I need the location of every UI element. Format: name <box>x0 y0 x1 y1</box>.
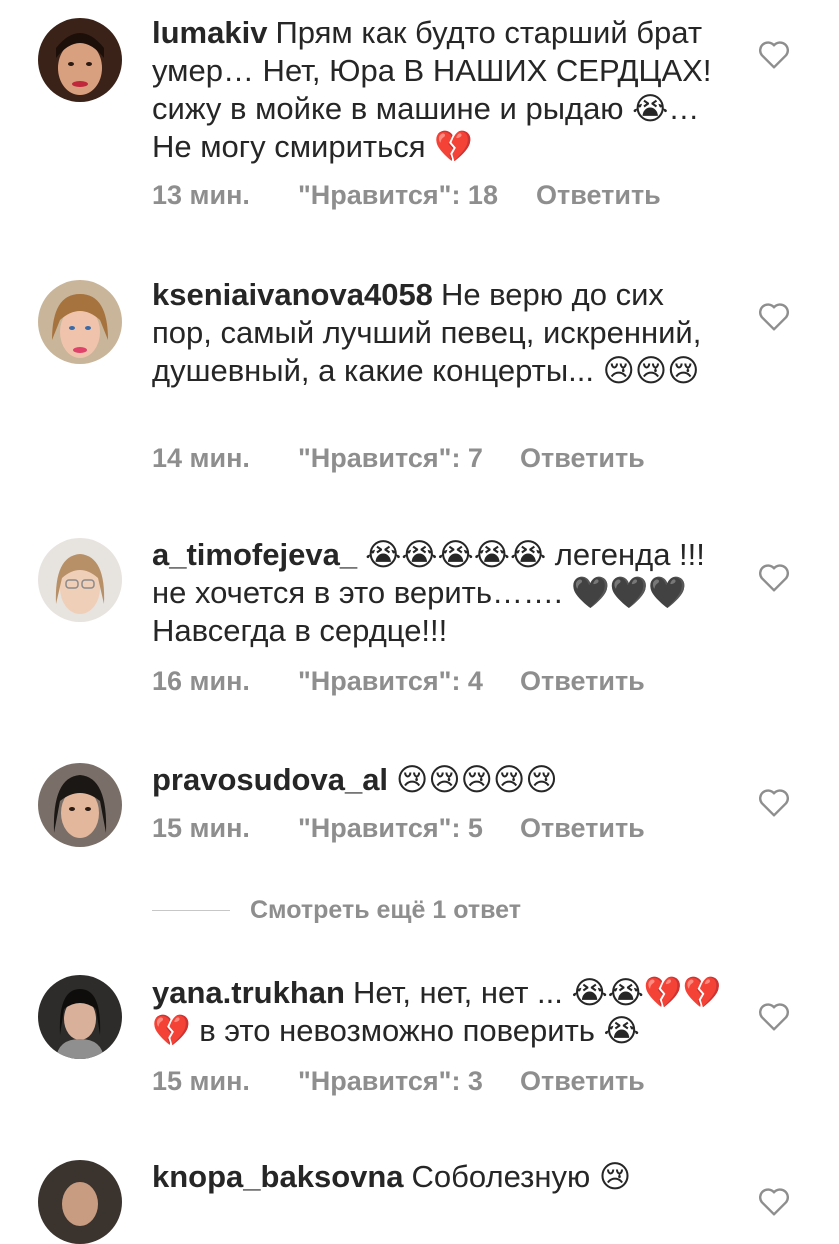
view-more-replies-label[interactable]: Смотреть ещё 1 ответ <box>250 896 521 925</box>
comment-time: 13 мин. <box>152 180 250 210</box>
comment-likes[interactable]: "Нравится": 3 <box>298 1066 483 1097</box>
comment-username[interactable]: knopa_baksovna <box>152 1159 404 1194</box>
comment-body: kseniaivanova4058 Не верю до сих пор, сам… <box>152 276 732 390</box>
comment-username[interactable]: lumakiv <box>152 15 267 50</box>
comment-username[interactable]: yana.trukhan <box>152 975 345 1010</box>
comment-likes[interactable]: "Нравится": 4 <box>298 666 483 697</box>
comment-time: 15 мин. <box>152 813 250 843</box>
avatar[interactable] <box>38 1160 122 1244</box>
comment-body: pravosudova_al 😢😢😢😢😢 <box>152 761 732 799</box>
comment-username[interactable]: pravosudova_al <box>152 762 388 797</box>
comment-likes[interactable]: "Нравится": 7 <box>298 443 483 474</box>
comment-likes[interactable]: "Нравится": 5 <box>298 813 483 844</box>
comment-body: a_timofejeva_ 😭😭😭😭😭 легенда !!! не хочетс… <box>152 536 732 650</box>
like-heart-icon[interactable] <box>758 1186 790 1216</box>
like-heart-icon[interactable] <box>758 39 790 69</box>
reply-button[interactable]: Ответить <box>520 443 645 474</box>
avatar[interactable] <box>38 538 122 622</box>
comment-body: lumakiv Прям как будто старший брат умер…… <box>152 14 732 166</box>
replies-divider <box>152 909 230 911</box>
reply-button[interactable]: Ответить <box>520 1066 645 1097</box>
avatar[interactable] <box>38 975 122 1059</box>
reply-button[interactable]: Ответить <box>520 813 645 844</box>
like-heart-icon[interactable] <box>758 301 790 331</box>
reply-button[interactable]: Ответить <box>536 180 661 211</box>
avatar[interactable] <box>38 280 122 364</box>
comment-username[interactable]: a_timofejeva_ <box>152 537 357 572</box>
comment-body: knopa_baksovna Соболезную 😢 <box>152 1158 732 1196</box>
comment-body: yana.trukhan Нет, нет, нет ... 😭😭💔💔💔 в эт… <box>152 974 732 1050</box>
avatar[interactable] <box>38 18 122 102</box>
comment-time: 16 мин. <box>152 666 250 696</box>
like-heart-icon[interactable] <box>758 562 790 592</box>
comment-likes[interactable]: "Нравится": 18 <box>298 180 498 211</box>
like-heart-icon[interactable] <box>758 1001 790 1031</box>
like-heart-icon[interactable] <box>758 787 790 817</box>
reply-button[interactable]: Ответить <box>520 666 645 697</box>
comment-text: Соболезную 😢 <box>411 1159 632 1194</box>
comment-username[interactable]: kseniaivanova4058 <box>152 277 433 312</box>
comment-text: 😢😢😢😢😢 <box>396 762 558 797</box>
comment-time: 14 мин. <box>152 443 250 473</box>
view-more-replies[interactable]: Смотреть ещё 1 ответ <box>152 890 521 930</box>
comment-time: 15 мин. <box>152 1066 250 1096</box>
avatar[interactable] <box>38 763 122 847</box>
